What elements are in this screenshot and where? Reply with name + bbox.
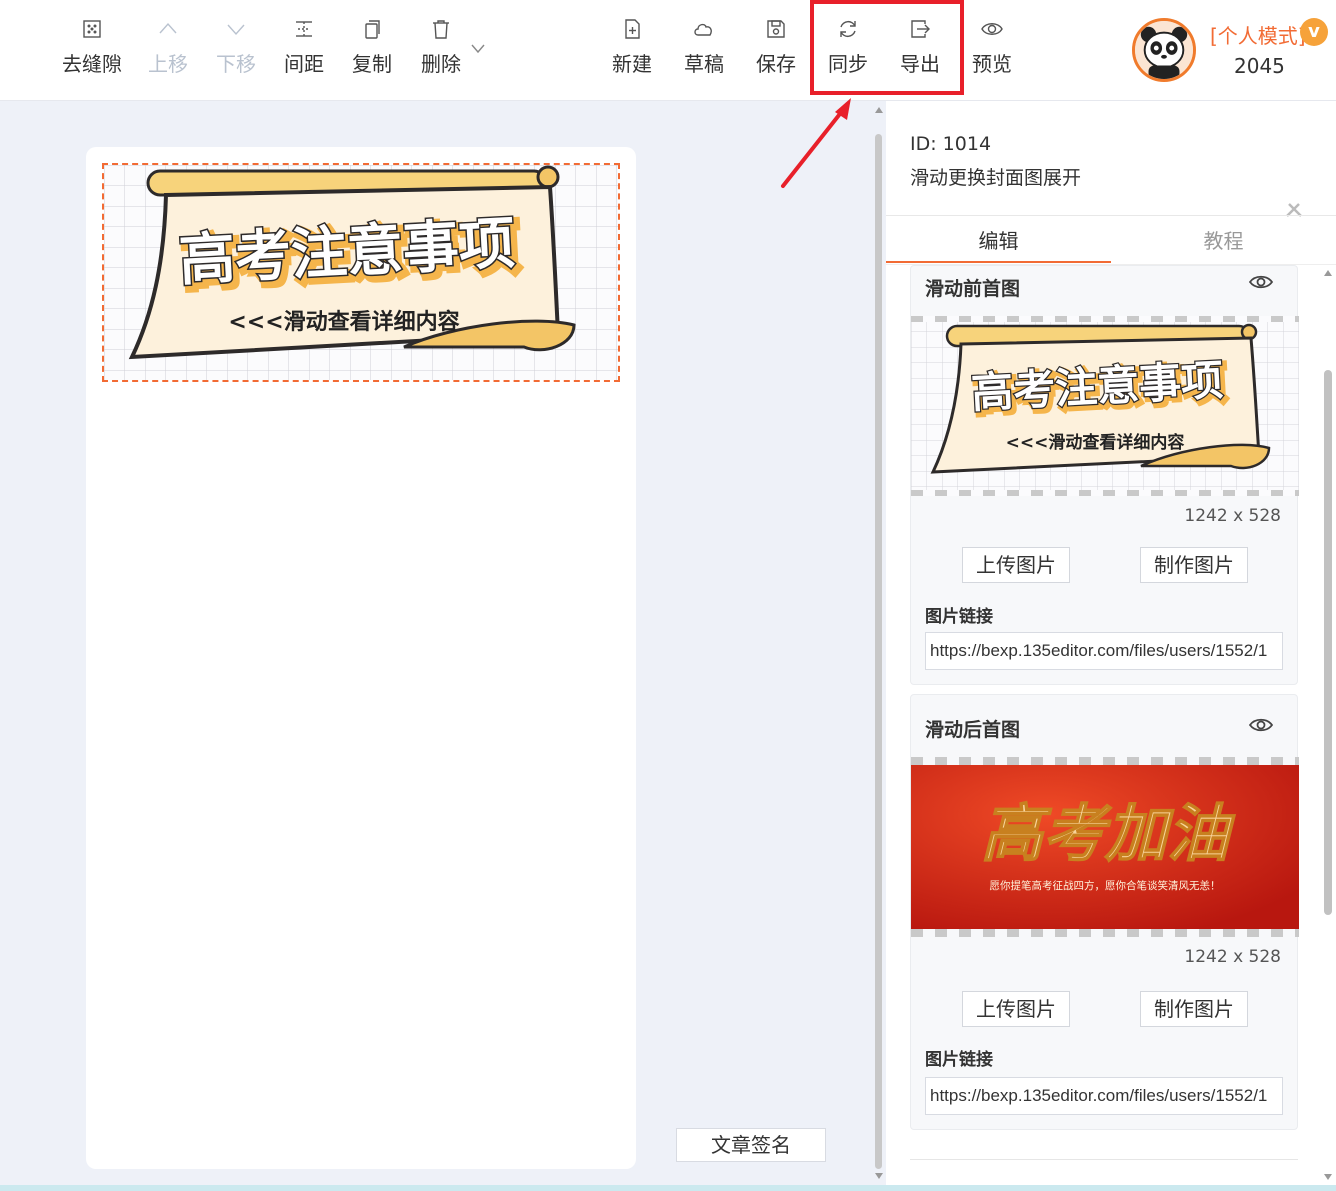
- upload-image-button[interactable]: 上传图片: [962, 991, 1070, 1027]
- copy-icon: [365, 20, 380, 39]
- image-link-label: 图片链接: [925, 1050, 993, 1070]
- scroll-banner-image: 高考注意事项 高考注意事项 <<<滑动查看详细内容: [104, 165, 618, 380]
- after-banner-subtitle: 愿你提笔高考征战四方，愿你合笔谈笑清风无恙！: [990, 879, 1221, 892]
- chevron-down-icon: [227, 24, 245, 36]
- make-image-button[interactable]: 制作图片: [1140, 547, 1248, 583]
- trash-icon: [433, 20, 449, 39]
- chevron-up-icon: [159, 22, 177, 34]
- user-avatar[interactable]: [1132, 18, 1196, 82]
- save-icon: [767, 20, 785, 38]
- draft-label: 草稿: [684, 52, 724, 76]
- spacing-label: 间距: [284, 52, 324, 76]
- panel-divider: [886, 215, 1336, 216]
- remove-gap-button[interactable]: 去缝隙: [60, 18, 124, 77]
- card-before-thumbnail[interactable]: 高考注意事项 高考注意事项 <<<滑动查看详细内容: [911, 316, 1299, 496]
- move-down-button[interactable]: 下移: [204, 18, 268, 77]
- canvas-scrollbar[interactable]: [873, 104, 883, 1184]
- panda-avatar-icon: [1135, 21, 1193, 79]
- tab-edit[interactable]: 编辑: [886, 225, 1111, 263]
- copy-button[interactable]: 复制: [340, 18, 404, 77]
- new-label: 新建: [612, 52, 652, 76]
- spacing-icon: [296, 21, 312, 37]
- tools-icon[interactable]: [1284, 201, 1304, 219]
- grid-dots-icon: [83, 20, 101, 38]
- upload-image-button[interactable]: 上传图片: [962, 547, 1070, 583]
- scroll-up-arrow-icon[interactable]: [874, 106, 884, 114]
- user-score: 2045: [1234, 54, 1285, 78]
- tab-tutorial[interactable]: 教程: [1111, 225, 1336, 263]
- save-button[interactable]: 保存: [744, 18, 808, 77]
- card-after-image: 滑动后首图 高考加油 愿你提笔高考征战四方，愿你合笔谈笑清风无恙！ 1242 x…: [910, 694, 1299, 1130]
- article-signature-button[interactable]: 文章签名: [676, 1128, 826, 1162]
- save-label: 保存: [756, 52, 796, 76]
- editor-canvas: 高考注意事项 高考注意事项 <<<滑动查看详细内容: [86, 147, 636, 1169]
- annotation-arrow-icon: [781, 98, 851, 188]
- card-after-dimensions: 1242 x 528: [1184, 947, 1281, 967]
- scroll-down-arrow-icon[interactable]: [874, 1172, 884, 1180]
- delete-button[interactable]: 删除: [409, 18, 473, 77]
- draft-button[interactable]: 草稿: [672, 18, 736, 77]
- delete-label: 删除: [421, 52, 461, 76]
- move-up-button[interactable]: 上移: [136, 18, 200, 77]
- top-toolbar: 去缝隙 上移 下移 间距 复制 删除 新建 草稿 保存 同步 导出 预览 [个人…: [0, 0, 1336, 101]
- thumb-subtitle: <<<滑动查看详细内容: [1006, 432, 1185, 453]
- scroll-up-arrow-icon[interactable]: [1323, 269, 1333, 277]
- scroll-down-arrow-icon[interactable]: [1323, 1173, 1333, 1181]
- selected-banner-element[interactable]: 高考注意事项 高考注意事项 <<<滑动查看详细内容: [102, 163, 620, 382]
- template-description: 滑动更换封面图展开: [910, 167, 1082, 189]
- more-options-chevron-icon[interactable]: [470, 40, 486, 56]
- card-after-title: 滑动后首图: [925, 719, 1021, 741]
- annotation-highlight-box: [810, 0, 964, 95]
- eye-icon: [981, 23, 1003, 35]
- move-down-label: 下移: [216, 52, 256, 76]
- vip-badge: v: [1300, 18, 1328, 46]
- eye-icon[interactable]: [1249, 274, 1273, 290]
- canvas-scrollbar-thumb[interactable]: [875, 134, 882, 1169]
- panel-scrollbar-thumb[interactable]: [1324, 370, 1332, 915]
- card-before-image: 滑动前首图 高考注意事项 高考注意事项 <<<滑动查看详细内容 1242 x 5…: [910, 265, 1299, 685]
- card-after-thumbnail[interactable]: 高考加油 愿你提笔高考征战四方，愿你合笔谈笑清风无恙！: [911, 757, 1299, 937]
- remove-gap-label: 去缝隙: [62, 52, 122, 76]
- cloud-icon: [694, 23, 712, 36]
- new-button[interactable]: 新建: [600, 18, 664, 77]
- preview-button[interactable]: 预览: [960, 18, 1024, 77]
- card-before-dimensions: 1242 x 528: [1184, 506, 1281, 526]
- card-before-title: 滑动前首图: [925, 278, 1021, 300]
- move-up-label: 上移: [148, 52, 188, 76]
- spacing-button[interactable]: 间距: [272, 18, 336, 77]
- image-link-input[interactable]: https://bexp.135editor.com/files/users/1…: [925, 632, 1283, 670]
- scroll-banner-thumbnail: 高考注意事项 高考注意事项 <<<滑动查看详细内容: [911, 316, 1299, 496]
- panel-scrollbar[interactable]: [1321, 265, 1335, 1190]
- image-link-input[interactable]: https://bexp.135editor.com/files/users/1…: [925, 1077, 1283, 1115]
- make-image-button[interactable]: 制作图片: [1140, 991, 1248, 1027]
- bottom-status-strip: [0, 1185, 1336, 1191]
- image-link-label: 图片链接: [925, 607, 993, 627]
- after-banner-title: 高考加油: [981, 797, 1236, 870]
- preview-label: 预览: [972, 52, 1012, 76]
- eye-icon[interactable]: [1249, 717, 1273, 733]
- new-file-icon: [625, 19, 640, 39]
- properties-panel: ID: 1014 滑动更换封面图展开 编辑 教程 滑动前首图 高考注意事项 高考…: [886, 101, 1336, 1191]
- panel-bottom-divider: [910, 1159, 1298, 1160]
- copy-label: 复制: [352, 52, 392, 76]
- gaokao-banner-thumbnail: 高考加油 愿你提笔高考征战四方，愿你合笔谈笑清风无恙！: [911, 757, 1299, 937]
- banner-subtitle: <<<滑动查看详细内容: [228, 309, 459, 335]
- personal-mode-link[interactable]: [个人模式]: [1210, 20, 1306, 49]
- template-id: ID: 1014: [910, 133, 992, 155]
